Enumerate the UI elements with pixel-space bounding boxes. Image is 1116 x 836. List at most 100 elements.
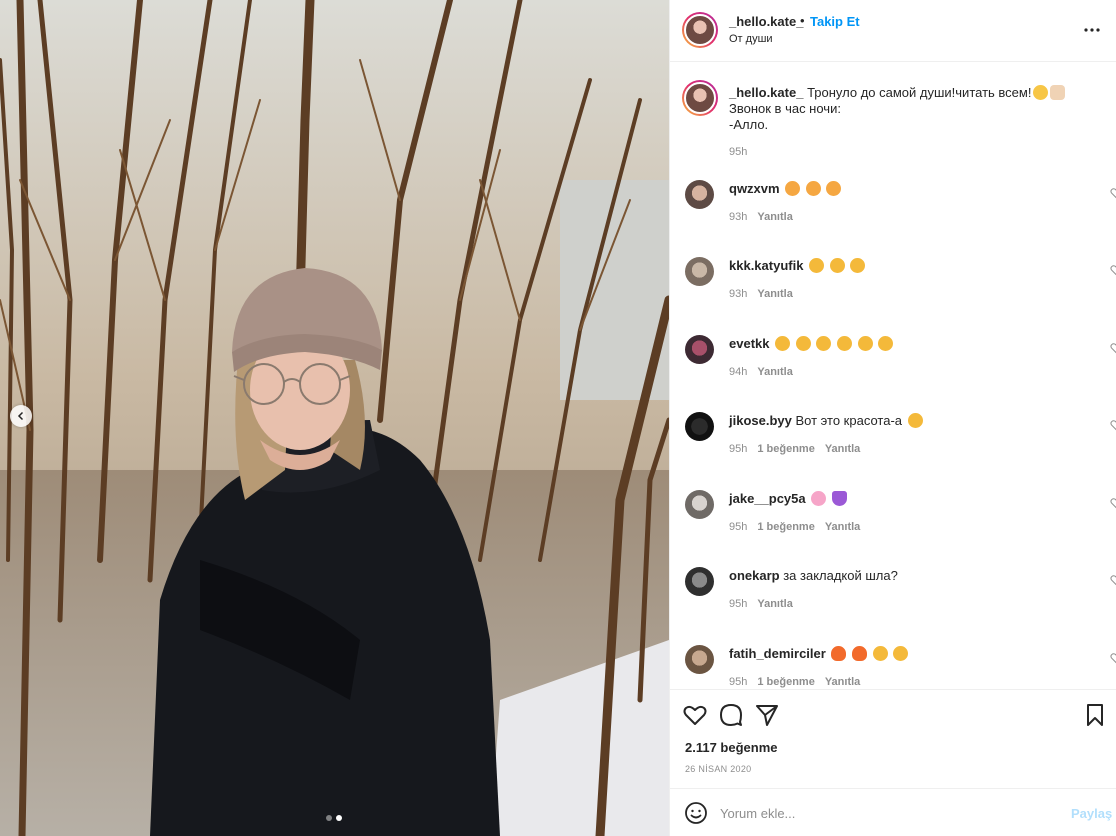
commenter-avatar[interactable] xyxy=(685,645,714,674)
commenter-username[interactable]: kkk.katyufik xyxy=(729,258,803,273)
heart-eyes-icon xyxy=(857,336,873,351)
comment-likes-count[interactable]: 1 beğenme xyxy=(757,676,814,688)
caption-line-1: Тронуло до самой души!читать всем! xyxy=(807,85,1032,100)
more-options-button[interactable] xyxy=(1080,20,1104,40)
post-date: 26 NİSAN 2020 xyxy=(685,764,752,774)
comment-body: за закладкой шла? xyxy=(783,568,898,583)
comment-item: fatih_demirciler 95h 1 beğenme Yanıtla xyxy=(670,645,1116,689)
caption-username[interactable]: _hello.kate_ xyxy=(729,85,803,100)
comment-item: onekarp за закладкой шла? 95h Yanıtla xyxy=(670,567,1116,637)
reply-button[interactable]: Yanıtla xyxy=(757,211,792,223)
caption-line-2: Звонок в час ночи: xyxy=(729,101,841,116)
post-photo[interactable] xyxy=(0,0,669,836)
comment-like-heart-icon[interactable] xyxy=(1110,574,1116,586)
comment-meta: 93h Yanıtla xyxy=(729,288,793,300)
commenter-avatar[interactable] xyxy=(685,335,714,364)
flexed-bicep-icon xyxy=(1050,85,1066,100)
comment-item: evetkk 94h Yanıtla xyxy=(670,335,1116,405)
commenter-username[interactable]: fatih_demirciler xyxy=(729,646,826,661)
fire-icon xyxy=(831,646,847,661)
comment-text: evetkk xyxy=(729,336,894,351)
emoji-smiley-icon[interactable] xyxy=(684,801,708,825)
post-header: _hello.kate_ • Takip Et От души xyxy=(670,0,1116,62)
heart-eyes-icon xyxy=(836,336,852,351)
chevron-left-icon xyxy=(17,411,24,421)
follow-button[interactable]: Takip Et xyxy=(810,14,860,29)
comment-like-heart-icon[interactable] xyxy=(1110,187,1116,199)
comment-like-heart-icon[interactable] xyxy=(1110,497,1116,509)
comment-bubble-icon[interactable] xyxy=(718,702,744,728)
commenter-avatar[interactable] xyxy=(685,412,714,441)
comment-item: qwzxvm 93h Yanıtla xyxy=(670,180,1116,250)
comment-timestamp: 93h xyxy=(729,288,748,300)
comment-timestamp: 94h xyxy=(729,366,748,378)
reply-button[interactable]: Yanıtla xyxy=(757,288,792,300)
caption-line-3: -Алло. xyxy=(729,117,769,132)
commenter-username[interactable]: jake__pcy5a xyxy=(729,491,806,506)
caption-timestamp: 95h xyxy=(729,146,748,158)
reply-button[interactable]: Yanıtla xyxy=(757,598,792,610)
comment-like-heart-icon[interactable] xyxy=(1110,342,1116,354)
heart-eyes-icon xyxy=(907,413,923,428)
comment-timestamp: 95h xyxy=(729,521,748,533)
carousel-dot-active xyxy=(336,815,342,821)
author-avatar[interactable] xyxy=(682,12,718,48)
reply-button[interactable]: Yanıtla xyxy=(825,443,860,455)
comment-timestamp: 95h xyxy=(729,598,748,610)
reply-button[interactable]: Yanıtla xyxy=(757,366,792,378)
post-dialog: _hello.kate_ • Takip Et От души _hello.k… xyxy=(0,0,1116,836)
comment-text: kkk.katyufik xyxy=(729,258,866,273)
caption-text: _hello.kate_ Тронуло до самой души!читат… xyxy=(729,85,1099,133)
reply-button[interactable]: Yanıtla xyxy=(825,676,860,688)
comment-meta: 94h Yanıtla xyxy=(729,366,793,378)
commenter-username[interactable]: evetkk xyxy=(729,336,769,351)
astonished-face-icon xyxy=(893,646,909,661)
comment-text: jikose.byy Вот это красота-а xyxy=(729,413,923,428)
share-paper-plane-icon[interactable] xyxy=(754,702,780,728)
like-heart-icon[interactable] xyxy=(682,702,708,728)
comment-text: onekarp за закладкой шла? xyxy=(729,568,898,583)
comment-meta: 93h Yanıtla xyxy=(729,211,793,223)
heart-eyes-icon xyxy=(850,258,866,273)
commenter-username[interactable]: qwzxvm xyxy=(729,181,780,196)
comment-like-heart-icon[interactable] xyxy=(1110,419,1116,431)
author-username[interactable]: _hello.kate_ xyxy=(729,14,803,29)
comment-likes-count[interactable]: 1 beğenme xyxy=(757,443,814,455)
cat-face-icon xyxy=(826,181,842,196)
post-actions xyxy=(670,689,1116,738)
heart-eyes-icon xyxy=(829,258,845,273)
post-side-panel: _hello.kate_ • Takip Et От души _hello.k… xyxy=(669,0,1116,836)
comment-input[interactable] xyxy=(720,801,1050,825)
bookmark-icon[interactable] xyxy=(1082,702,1108,728)
commenter-username[interactable]: jikose.byy xyxy=(729,413,792,428)
carousel-indicator xyxy=(326,815,342,821)
commenter-avatar[interactable] xyxy=(685,180,714,209)
forest-portrait-image xyxy=(0,0,669,836)
comment-like-heart-icon[interactable] xyxy=(1110,652,1116,664)
comment-likes-count[interactable]: 1 beğenme xyxy=(757,521,814,533)
header-separator: • xyxy=(800,13,805,28)
comment-text: jake__pcy5a xyxy=(729,491,847,506)
cat-face-icon xyxy=(785,181,801,196)
commenter-avatar[interactable] xyxy=(685,490,714,519)
post-comment-button[interactable]: Paylaş xyxy=(1071,806,1112,821)
comment-text: fatih_demirciler xyxy=(729,646,909,661)
comments-list[interactable]: _hello.kate_ Тронуло до самой души!читат… xyxy=(670,62,1116,689)
purple-heart-icon xyxy=(831,491,847,506)
comment-timestamp: 95h xyxy=(729,443,748,455)
caption-avatar[interactable] xyxy=(682,80,718,116)
commenter-avatar[interactable] xyxy=(685,257,714,286)
comment-item: jikose.byy Вот это красота-а 95h 1 beğen… xyxy=(670,412,1116,482)
commenter-username[interactable]: onekarp xyxy=(729,568,780,583)
reply-button[interactable]: Yanıtla xyxy=(825,521,860,533)
heart-eyes-icon xyxy=(809,258,825,273)
commenter-avatar[interactable] xyxy=(685,567,714,596)
previous-slide-button[interactable] xyxy=(10,405,32,427)
astonished-face-icon xyxy=(872,646,888,661)
comment-like-heart-icon[interactable] xyxy=(1110,264,1116,276)
post-location[interactable]: От души xyxy=(729,33,773,45)
carousel-dot xyxy=(326,815,332,821)
comment-text: qwzxvm xyxy=(729,181,842,196)
likes-count[interactable]: 2.117 beğenme xyxy=(685,740,778,755)
comment-item: jake__pcy5a 95h 1 beğenme Yanıtla xyxy=(670,490,1116,560)
